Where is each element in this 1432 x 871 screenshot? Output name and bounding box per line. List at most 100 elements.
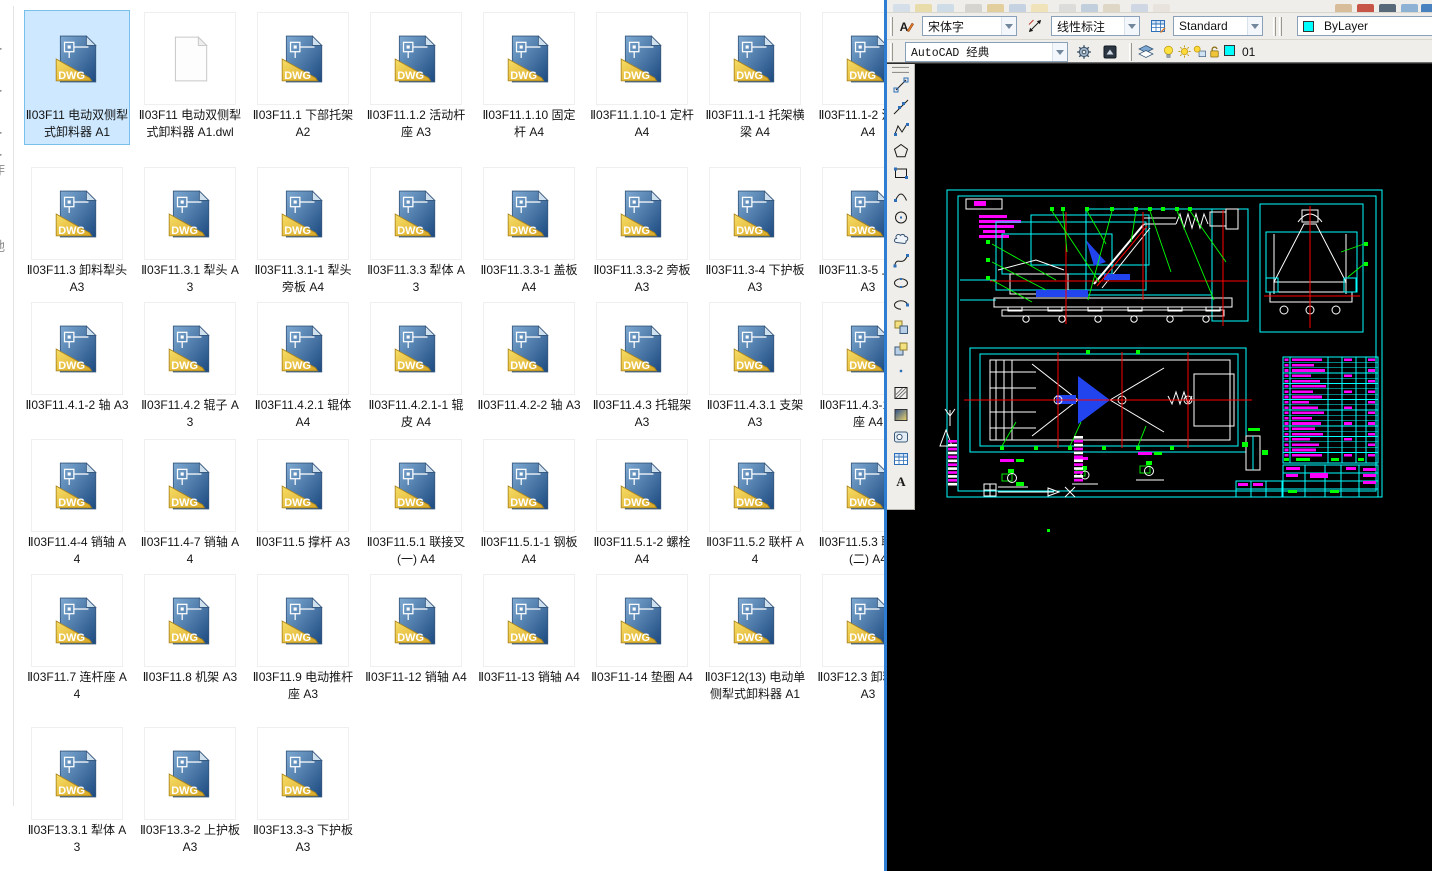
file-label: Ⅱ03F11-13 销轴 A4	[478, 670, 580, 684]
toolbar-grip[interactable]	[1129, 43, 1132, 61]
file-item[interactable]: DWG Ⅱ03F11.3-4 下护板 A3	[702, 165, 808, 300]
file-item[interactable]: DWG Ⅱ03F11.1 下部托架 A2	[250, 10, 356, 145]
toolbar-grip[interactable]	[890, 17, 893, 36]
color-combo[interactable]: ByLayer	[1297, 16, 1432, 36]
toolbar-icon-clipped[interactable]	[1401, 4, 1418, 12]
file-item[interactable]: DWG Ⅱ03F11.3 卸料犁头 A3	[24, 165, 130, 300]
file-item[interactable]: DWG Ⅱ03F11.4.2.1 辊体 A4	[250, 300, 356, 435]
circle-icon[interactable]	[889, 206, 913, 228]
toolbar-grip[interactable]	[1273, 17, 1276, 36]
toolbar-icon-clipped[interactable]	[1379, 4, 1396, 12]
file-item[interactable]: DWG Ⅱ03F12(13) 电动单侧犁式卸料器 A1	[702, 572, 808, 707]
toolbar-icon-clipped[interactable]	[1031, 4, 1048, 12]
file-item[interactable]: DWG Ⅱ03F11.3.3 犁体 A3	[363, 165, 469, 300]
dim-style-combo[interactable]: 线性标注	[1051, 16, 1140, 36]
toolbar-icon-clipped[interactable]	[937, 4, 954, 12]
file-item[interactable]: DWG Ⅱ03F11.4.2-2 轴 A3	[476, 300, 582, 418]
file-item[interactable]: DWG Ⅱ03F11.1.10 固定杆 A4	[476, 10, 582, 145]
file-item[interactable]: DWG Ⅱ03F11.3.1-1 犁头旁板 A4	[250, 165, 356, 300]
table-style-button[interactable]	[1147, 15, 1169, 37]
construction-line-icon[interactable]	[889, 96, 913, 118]
file-item[interactable]: DWG Ⅱ03F11.1.2 活动杆座 A3	[363, 10, 469, 145]
workspace-combo[interactable]: AutoCAD 经典	[905, 42, 1068, 62]
file-item[interactable]: DWG Ⅱ03F11 电动双侧犁式卸料器 A1	[24, 10, 130, 145]
layer-color-swatch[interactable]	[1224, 45, 1239, 60]
file-item[interactable]: DWG Ⅱ03F11.4.2.1-1 辊皮 A4	[363, 300, 469, 435]
dim-style-button[interactable]	[1024, 15, 1046, 37]
file-item[interactable]: DWG Ⅱ03F11-13 销轴 A4	[476, 572, 582, 690]
file-item[interactable]: DWG Ⅱ03F11.9 电动推杆座 A3	[250, 572, 356, 707]
file-item[interactable]: DWG Ⅱ03F11.3.3-1 盖板 A4	[476, 165, 582, 300]
toolbar-icon-clipped[interactable]	[1421, 4, 1432, 12]
revision-cloud-icon[interactable]	[889, 228, 913, 250]
file-item[interactable]: DWG Ⅱ03F11-14 垫圈 A4	[589, 572, 695, 690]
layer-vp-freeze-button[interactable]	[1192, 44, 1207, 59]
toolbar-icon-clipped[interactable]	[1357, 4, 1374, 12]
file-item[interactable]: DWG Ⅱ03F11.5.1-1 钢板 A4	[476, 437, 582, 572]
hatch-icon[interactable]	[889, 382, 913, 404]
insert-block-icon[interactable]	[889, 316, 913, 338]
ellipse-icon[interactable]	[889, 272, 913, 294]
acad-canvas[interactable]: A	[887, 64, 1432, 871]
toolbar-icon-clipped[interactable]	[965, 4, 982, 12]
file-item[interactable]: DWG Ⅱ03F11.3.3-2 旁板 A3	[589, 165, 695, 300]
file-item[interactable]: DWG Ⅱ03F11.5.2 联杆 A4	[702, 437, 808, 572]
file-item[interactable]: DWG Ⅱ03F11.4.1-2 轴 A3	[24, 300, 130, 418]
region-icon[interactable]	[889, 426, 913, 448]
multiline-text-icon[interactable]: A	[889, 470, 913, 492]
toolbar-grip[interactable]	[890, 43, 893, 61]
file-item[interactable]: DWG Ⅱ03F11.7 连杆座 A4	[24, 572, 130, 707]
toolbar-icon-clipped[interactable]	[1059, 4, 1076, 12]
toolbar-icon-clipped[interactable]	[1335, 4, 1352, 12]
polyline-icon[interactable]	[889, 118, 913, 140]
table-style-combo[interactable]: Standard	[1173, 16, 1263, 36]
layer-freeze-button[interactable]	[1177, 44, 1192, 59]
file-item[interactable]: DWG Ⅱ03F11.5.1-2 螺栓 A4	[589, 437, 695, 572]
toolbar-icon-clipped[interactable]	[1103, 4, 1120, 12]
text-style-button[interactable]: A	[895, 15, 917, 37]
file-item[interactable]: DWG Ⅱ03F11.4-4 销轴 A4	[24, 437, 130, 572]
layer-on-off-button[interactable]	[1161, 44, 1176, 59]
toolbar-icon-clipped[interactable]	[1131, 4, 1148, 12]
make-block-icon[interactable]	[889, 338, 913, 360]
rectangle-icon[interactable]	[889, 162, 913, 184]
text-style-combo[interactable]: 宋体字	[922, 16, 1017, 36]
file-item[interactable]: DWG Ⅱ03F11.1.10-1 定杆 A4	[589, 10, 695, 145]
gradient-icon[interactable]	[889, 404, 913, 426]
table-icon[interactable]	[889, 448, 913, 470]
workspace-settings-button[interactable]	[1073, 41, 1095, 63]
toolbar-icon-clipped[interactable]	[893, 4, 910, 12]
toolbar-icon-clipped[interactable]	[915, 4, 932, 12]
file-item[interactable]: DWG Ⅱ03F11.4-7 销轴 A4	[137, 437, 243, 572]
file-item[interactable]: DWG Ⅱ03F11.3.1 犁头 A3	[137, 165, 243, 300]
file-label: Ⅱ03F11.8 机架 A3	[142, 670, 238, 684]
toolbar-icon-clipped[interactable]	[987, 4, 1004, 12]
layer-properties-button[interactable]	[1135, 41, 1157, 63]
ellipse-arc-icon[interactable]	[889, 294, 913, 316]
toolbar-grip[interactable]	[1279, 17, 1282, 36]
my-workspace-button[interactable]	[1099, 41, 1121, 63]
file-item[interactable]: DWG Ⅱ03F11.5.1 联接叉(一) A4	[363, 437, 469, 572]
file-item[interactable]: DWG Ⅱ03F13.3-3 下护板 A3	[250, 725, 356, 860]
line-icon[interactable]	[889, 74, 913, 96]
toolbar-icon-clipped[interactable]	[1081, 4, 1098, 12]
file-item[interactable]: DWG Ⅱ03F11.4.3 托辊架 A3	[589, 300, 695, 435]
layer-lock-button[interactable]	[1207, 44, 1222, 59]
toolbar-handle[interactable]	[892, 66, 909, 73]
toolbar-icon-clipped[interactable]	[1153, 4, 1170, 12]
file-item[interactable]: DWG Ⅱ03F13.3.1 犁体 A3	[24, 725, 130, 860]
file-item[interactable]: DWG Ⅱ03F11.5 撑杆 A3	[250, 437, 356, 555]
arc-icon[interactable]	[889, 184, 913, 206]
toolbar-icon-clipped[interactable]	[1009, 4, 1026, 12]
polygon-icon[interactable]	[889, 140, 913, 162]
file-item[interactable]: Ⅱ03F11 电动双侧犁式卸料器 A1.dwl	[137, 10, 243, 145]
file-label: Ⅱ03F13.3-3 下护板 A3	[253, 823, 353, 854]
file-item[interactable]: DWG Ⅱ03F11.4.2 辊子 A3	[137, 300, 243, 435]
file-item[interactable]: DWG Ⅱ03F11.8 机架 A3	[137, 572, 243, 690]
file-item[interactable]: DWG Ⅱ03F13.3-2 上护板 A3	[137, 725, 243, 860]
file-item[interactable]: DWG Ⅱ03F11.1-1 托架横梁 A4	[702, 10, 808, 145]
spline-icon[interactable]	[889, 250, 913, 272]
file-item[interactable]: DWG Ⅱ03F11-12 销轴 A4	[363, 572, 469, 690]
file-item[interactable]: DWG Ⅱ03F11.4.3.1 支架 A3	[702, 300, 808, 435]
point-icon[interactable]	[889, 360, 913, 382]
